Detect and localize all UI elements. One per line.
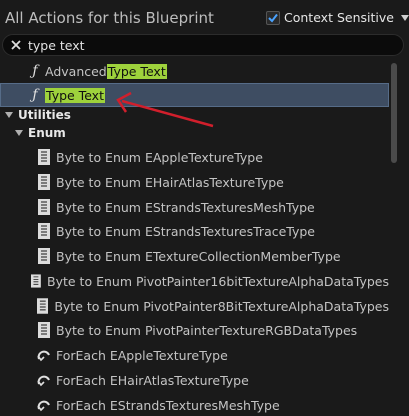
category-label: Enum <box>28 126 66 140</box>
enum-node-icon <box>31 274 42 288</box>
item-label-prefix: Advanced <box>45 63 107 79</box>
category-label: Utilities <box>18 108 71 122</box>
search-match-highlight: Type Text <box>106 63 167 79</box>
clear-search-icon[interactable] <box>10 39 22 51</box>
enum-node-icon <box>38 322 50 338</box>
list-item[interactable]: Byte to Enum PivotPainter8BitTextureAlph… <box>0 294 389 318</box>
list-item[interactable]: ForEach EAppleTextureType <box>0 343 389 367</box>
item-label: ForEach EAppleTextureType <box>56 347 228 363</box>
item-label: ForEach EStrandsTexturesMeshType <box>56 397 280 413</box>
panel-title: All Actions for this Blueprint <box>5 9 214 27</box>
enum-node-icon <box>38 248 50 264</box>
list-item[interactable]: Byte to Enum EStrandsTexturesMeshType <box>0 195 389 219</box>
list-item[interactable]: Byte to Enum EHairAtlasTextureType <box>0 170 389 194</box>
search-input[interactable] <box>28 36 388 54</box>
function-icon: ƒ <box>32 87 38 103</box>
item-label: Byte to Enum EAppleTextureType <box>56 149 263 165</box>
enum-node-icon <box>38 149 50 165</box>
item-label: Byte to Enum EStrandsTexturesTraceType <box>56 223 315 239</box>
loop-macro-icon <box>37 400 50 412</box>
enum-node-icon <box>36 298 49 314</box>
enum-node-icon <box>38 223 50 239</box>
list-item[interactable]: ForEach EHairAtlasTextureType <box>0 368 389 392</box>
item-label: Byte to Enum EStrandsTexturesMeshType <box>56 199 315 215</box>
category-enum[interactable]: Enum <box>0 122 389 144</box>
checkmark-icon <box>268 13 278 23</box>
collapse-triangle-icon[interactable] <box>5 112 13 118</box>
function-icon: ƒ <box>32 63 38 79</box>
list-item-selected[interactable]: ƒ Type Text <box>0 83 389 107</box>
header: All Actions for this Blueprint Context S… <box>0 0 409 36</box>
list-item[interactable]: Byte to Enum EStrandsTexturesTraceType <box>0 219 389 243</box>
actions-list: ƒ Advanced Type Text ƒ Type Text Utiliti… <box>0 59 389 416</box>
loop-macro-icon <box>37 375 50 387</box>
search-match-highlight: Type Text <box>45 87 105 103</box>
enum-node-icon <box>38 174 50 190</box>
search-box <box>2 34 404 56</box>
item-label: Byte to Enum PivotPainterTextureRGBDataT… <box>56 322 358 338</box>
item-label: ForEach EHairAtlasTextureType <box>56 372 249 388</box>
item-label: Byte to Enum EHairAtlasTextureType <box>56 174 284 190</box>
loop-macro-icon <box>37 350 50 362</box>
scrollbar-thumb[interactable] <box>391 63 397 163</box>
list-item[interactable]: Byte to Enum PivotPainter16bitTextureAlp… <box>0 269 389 293</box>
list-item[interactable]: Byte to Enum EAppleTextureType <box>0 145 389 169</box>
item-label: Byte to Enum PivotPainter16bitTextureAlp… <box>47 273 389 289</box>
chevron-down-icon[interactable] <box>400 14 409 21</box>
list-item[interactable]: ForEach EStrandsTexturesMeshType <box>0 393 389 416</box>
list-item[interactable]: Byte to Enum ETextureCollectionMemberTyp… <box>0 244 389 268</box>
context-sensitive-checkbox[interactable] <box>266 10 280 25</box>
collapse-triangle-icon[interactable] <box>15 130 23 136</box>
item-label: Byte to Enum ETextureCollectionMemberTyp… <box>56 248 341 264</box>
context-sensitive-toggle[interactable]: Context Sensitive <box>266 10 409 25</box>
item-label: Byte to Enum PivotPainter8BitTextureAlph… <box>54 298 389 314</box>
list-item[interactable]: Byte to Enum PivotPainterTextureRGBDataT… <box>0 318 389 342</box>
context-sensitive-label: Context Sensitive <box>284 10 394 25</box>
list-item[interactable]: ƒ Advanced Type Text <box>0 59 389 83</box>
action-menu-panel: All Actions for this Blueprint Context S… <box>0 0 409 416</box>
enum-node-icon <box>38 199 50 215</box>
